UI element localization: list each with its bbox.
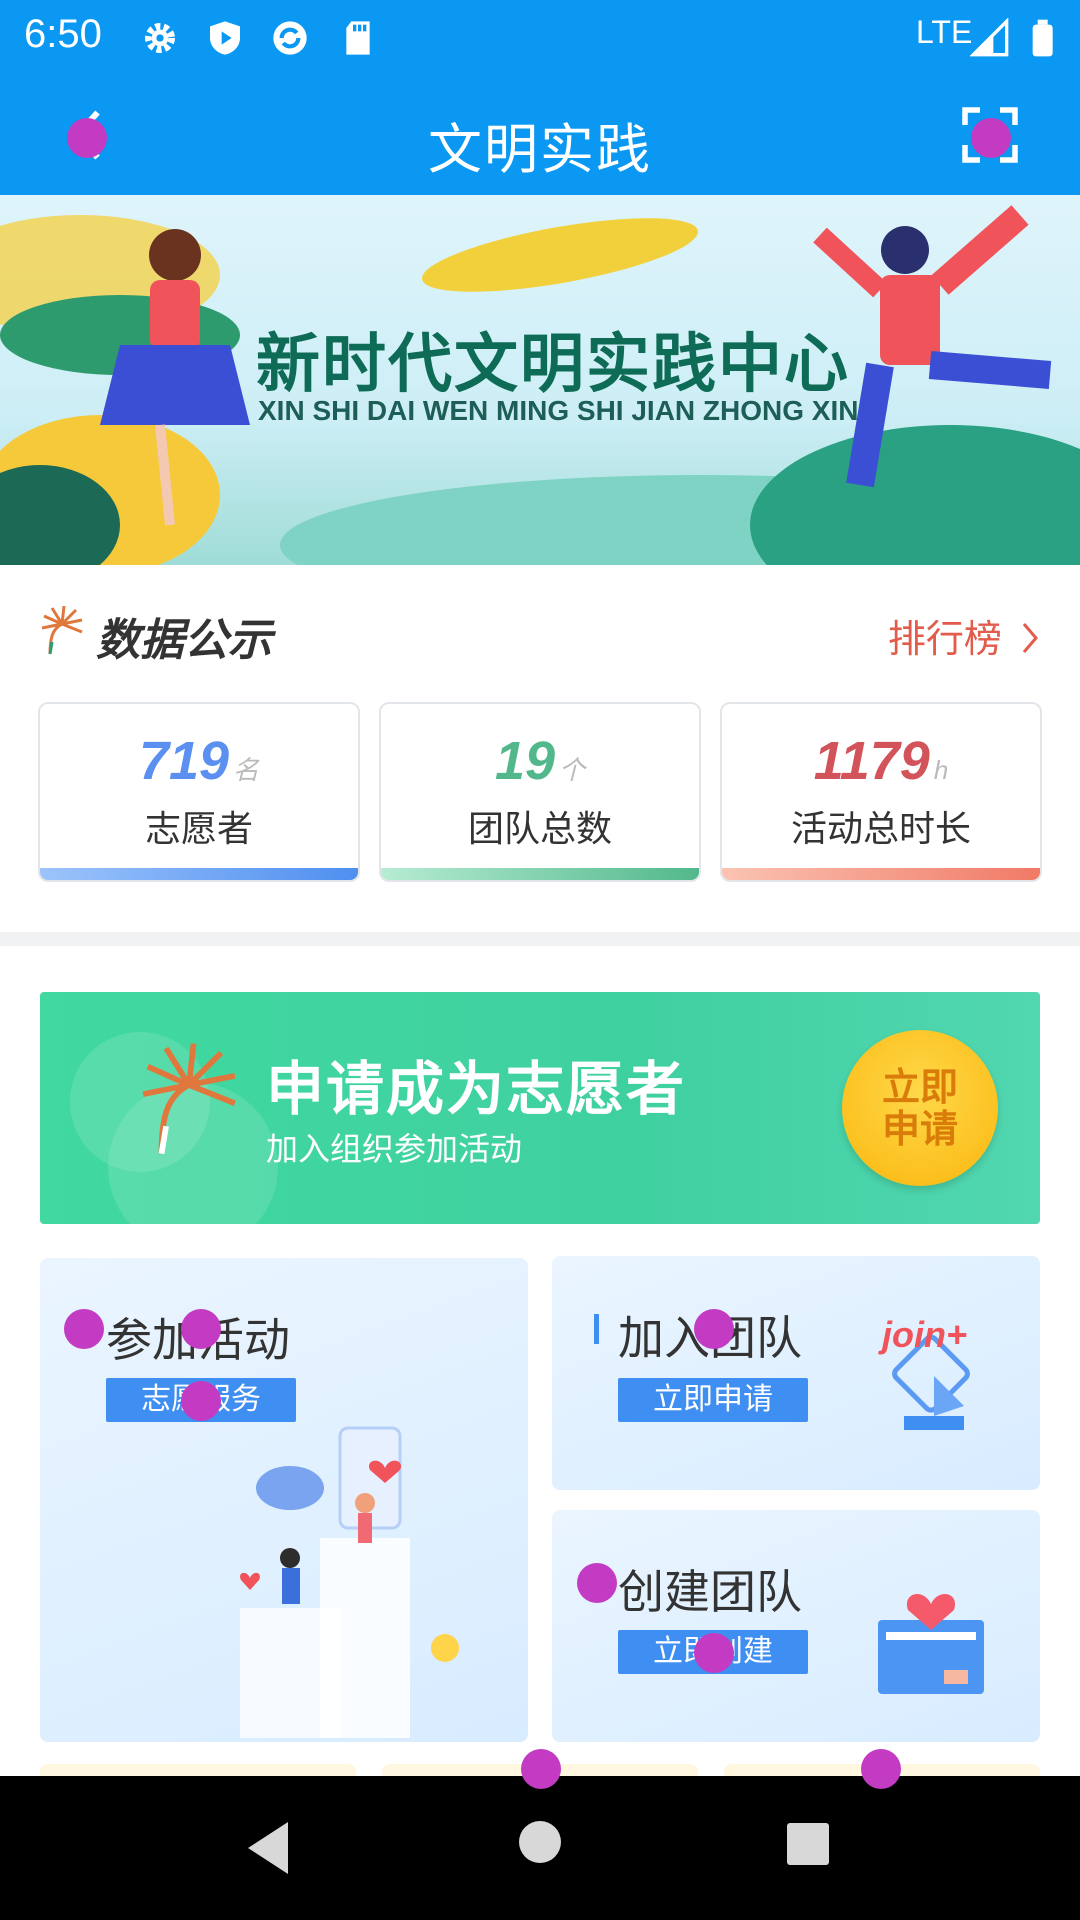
touch-marker: [694, 1633, 734, 1673]
palm-logo-icon: [142, 1043, 236, 1155]
stat-unit: 名: [233, 755, 260, 785]
stat-bar: [40, 868, 358, 880]
stat-card-hours[interactable]: 1179 h 活动总时长: [720, 702, 1042, 882]
sd-card-icon: [346, 21, 370, 55]
stat-value: 1179: [813, 731, 930, 791]
create-team-illustration: [878, 1593, 984, 1694]
nav-recents-icon[interactable]: [786, 1822, 830, 1866]
touch-marker: [181, 1309, 221, 1349]
touch-marker: [971, 118, 1011, 158]
network-type: LTE: [916, 14, 973, 50]
data-section-header: 数据公示 排行榜: [38, 600, 1042, 670]
join-team-card[interactable]: 加入团队 立即申请 join+: [552, 1256, 1040, 1490]
stat-label: 团队总数: [467, 809, 612, 850]
signal-icon: [970, 18, 1009, 57]
apply-subtitle: 加入组织参加活动: [266, 1130, 523, 1168]
create-team-title: 创建团队: [618, 1565, 802, 1619]
touch-marker: [577, 1563, 617, 1603]
status-bar: 6:50 LTE: [0, 0, 1080, 75]
stat-value: 719: [138, 731, 230, 791]
system-navigation-bar: [0, 1776, 1080, 1920]
ranking-link[interactable]: 排行榜: [888, 608, 1042, 663]
stat-unit: h: [933, 755, 949, 785]
hero-banner[interactable]: 新时代文明实践中心 XIN SHI DAI WEN MING SHI JIAN …: [0, 195, 1080, 565]
page-title: 文明实践: [428, 118, 652, 181]
header-bar: 文明实践: [0, 75, 1080, 195]
stat-value: 19: [494, 731, 556, 791]
join-activity-card[interactable]: 参加活动 志愿服务: [40, 1258, 528, 1742]
touch-marker: [521, 1749, 561, 1789]
stat-card-teams[interactable]: 19 个 团队总数: [379, 702, 701, 882]
stat-label: 活动总时长: [790, 809, 971, 850]
chevron-right-icon: [1022, 623, 1038, 653]
join-plus-badge: join+: [882, 1314, 968, 1355]
section-divider: [0, 932, 1080, 946]
touch-marker: [181, 1381, 221, 1421]
touch-marker: [861, 1749, 901, 1789]
next-row-card: [40, 1764, 356, 1776]
banner-title: 新时代文明实践中心: [256, 328, 850, 402]
nav-back-icon[interactable]: [240, 1818, 296, 1878]
apply-now-tag[interactable]: 立即申请: [618, 1378, 808, 1422]
apply-title: 申请成为志愿者: [266, 1055, 687, 1123]
shield-play-icon: [210, 21, 240, 55]
stat-label: 志愿者: [144, 809, 253, 850]
nav-home-icon[interactable]: [518, 1820, 562, 1864]
apply-button-line2: 申请: [881, 1107, 958, 1151]
data-section-title: 数据公示: [96, 615, 272, 666]
stat-value-wrap: 19 个: [381, 730, 699, 792]
apply-volunteer-banner[interactable]: 申请成为志愿者 加入组织参加活动 立即 申请: [40, 992, 1040, 1224]
activity-illustration: [240, 1426, 459, 1738]
battery-icon: [1032, 19, 1053, 57]
stat-unit: 个: [559, 755, 586, 785]
settings-icon: [145, 23, 175, 53]
stat-bar: [722, 868, 1040, 880]
stat-card-volunteers[interactable]: 719 名 志愿者: [38, 702, 360, 882]
title-accent-bar: [594, 1314, 599, 1344]
touch-marker: [64, 1309, 104, 1349]
apply-now-button[interactable]: 立即 申请: [842, 1030, 998, 1186]
stat-value-wrap: 1179 h: [722, 730, 1040, 792]
status-time: 6:50: [24, 12, 102, 56]
stat-value-wrap: 719 名: [40, 730, 358, 792]
create-team-card[interactable]: 创建团队 立即创建: [552, 1510, 1040, 1742]
palm-logo-icon: [41, 605, 83, 655]
stat-bar: [381, 868, 699, 880]
ranking-label: 排行榜: [887, 617, 1002, 661]
banner-subtitle: XIN SHI DAI WEN MING SHI JIAN ZHONG XIN: [258, 395, 859, 426]
sync-icon: [273, 21, 307, 55]
touch-marker: [694, 1309, 734, 1349]
touch-marker: [67, 118, 107, 158]
apply-button-line1: 立即: [881, 1065, 958, 1109]
